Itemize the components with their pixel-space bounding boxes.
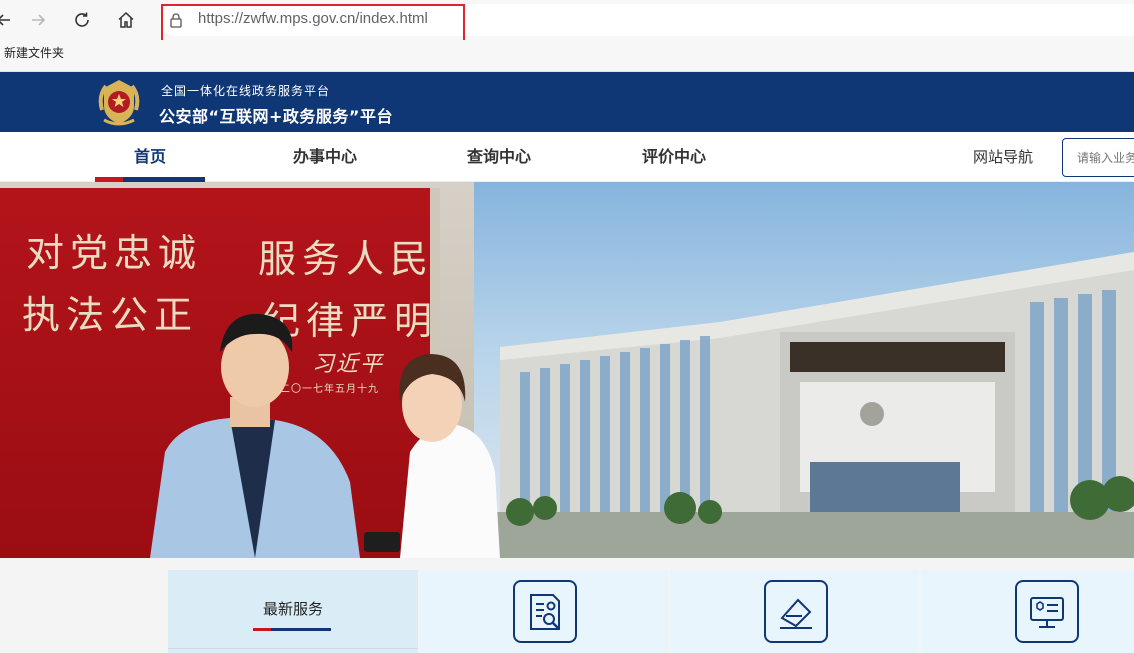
site-subtitle: 全国一体化在线政务服务平台 — [161, 84, 331, 98]
officer-and-citizen-illustration — [150, 313, 500, 558]
main-nav: 首页 办事中心 查询中心 评价中心 网站导航 — [0, 132, 1134, 182]
bookmark-folder[interactable]: 新建文件夹 — [4, 44, 64, 61]
nav-item-evaluation-center[interactable]: 评价中心 — [619, 132, 729, 182]
service-card[interactable] — [921, 570, 1134, 653]
latest-services-title: 最新服务 — [262, 600, 323, 618]
home-icon[interactable] — [114, 8, 138, 32]
certificate-monitor-icon[interactable] — [1015, 580, 1079, 643]
latest-services-indicator — [253, 628, 331, 631]
hero-banner: 对党忠诚 服务人民 执法公正 纪律严明 习近平 二〇一七年五月十九 — [0, 182, 1134, 558]
document-search-icon[interactable] — [513, 580, 577, 643]
nav-item-query-center[interactable]: 查询中心 — [444, 132, 554, 182]
browser-toolbar: https://zwfw.mps.gov.cn/index.html — [0, 0, 1134, 47]
site-header: 全国一体化在线政务服务平台 公安部“互联网+政务服务”平台 — [0, 72, 1134, 132]
service-card[interactable] — [419, 570, 668, 653]
search-input[interactable] — [1062, 138, 1134, 177]
police-emblem-icon — [94, 76, 144, 128]
forward-icon[interactable] — [26, 8, 50, 32]
nav-item-service-center[interactable]: 办事中心 — [270, 132, 380, 182]
site-title: 公安部“互联网+政务服务”平台 — [159, 107, 393, 126]
site-guide-link[interactable]: 网站导航 — [973, 132, 1033, 182]
reload-icon[interactable] — [70, 8, 94, 32]
service-area: 最新服务 — [0, 558, 1134, 653]
divider — [168, 648, 418, 649]
service-card[interactable] — [670, 570, 919, 653]
bookmark-bar: 新建文件夹 — [0, 40, 1134, 72]
back-icon[interactable] — [0, 8, 16, 32]
latest-services-panel[interactable]: 最新服务 — [168, 570, 418, 653]
edit-pen-icon[interactable] — [764, 580, 828, 643]
nav-item-home[interactable]: 首页 — [95, 132, 205, 182]
